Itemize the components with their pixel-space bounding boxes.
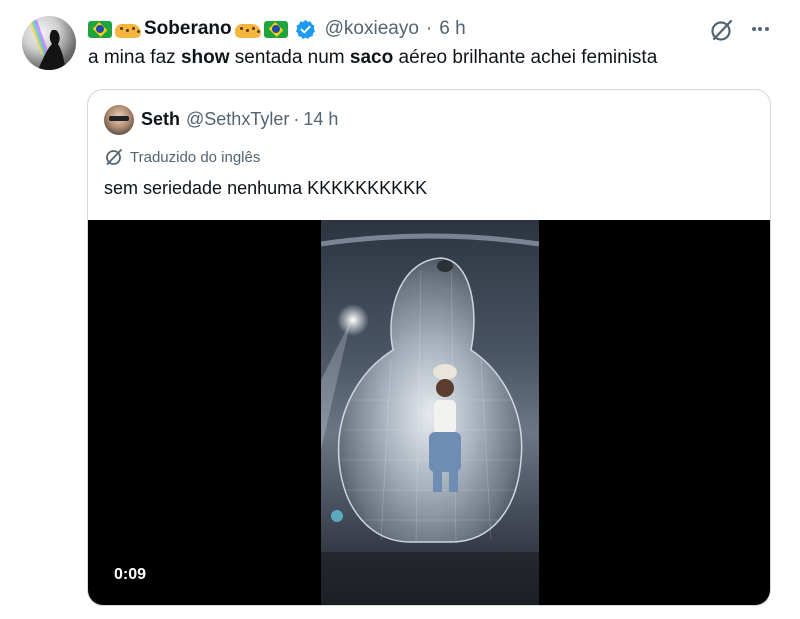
quoted-tweet[interactable]: Seth @SethxTyler · 14 h Traduzido do ing…	[87, 89, 771, 606]
video-thumbnail	[321, 220, 539, 605]
quote-avatar[interactable]	[104, 105, 134, 135]
tweet-text-bold: show	[180, 47, 230, 68]
translate-icon	[106, 149, 122, 165]
more-dot	[751, 27, 756, 31]
more-dot	[758, 27, 762, 31]
grok-icon[interactable]	[709, 17, 735, 43]
separator-dot: ·	[293, 109, 300, 129]
brazil-flag-icon	[88, 20, 112, 38]
translated-text: Traduzido do inglês	[130, 148, 261, 166]
tweet-text-part: sentada num	[229, 47, 350, 68]
quote-display-name[interactable]: Seth	[141, 109, 180, 130]
tweet-text-part: aéreo brilhante achei feminista	[393, 47, 658, 68]
quote-timestamp[interactable]: 14 h	[303, 109, 338, 130]
brazil-flag-icon	[263, 20, 288, 38]
translated-label[interactable]: Traduzido do inglês	[104, 147, 260, 167]
leopard-icon	[115, 24, 141, 38]
quote-text: sem seriedade nenhuma KKKKKKKKKK	[104, 178, 428, 198]
video-duration: 0:09	[114, 566, 147, 583]
verified-badge-icon[interactable]	[295, 19, 316, 40]
quote-handle[interactable]: @SethxTyler	[186, 109, 289, 130]
tweet-text-bold: saco	[349, 47, 394, 68]
avatar[interactable]	[22, 16, 76, 70]
timestamp[interactable]: 6 h	[439, 18, 465, 40]
quote-header: Seth @SethxTyler · 14 h	[141, 109, 338, 130]
leopard-icon	[234, 24, 261, 38]
more-icon[interactable]	[748, 17, 772, 41]
tweet-text-part: a mina faz	[88, 47, 181, 68]
handle[interactable]: @koxieayo	[325, 18, 419, 40]
separator-dot: ·	[425, 18, 433, 39]
tweet-header: Soberano @koxieayo · 6 h	[88, 16, 466, 42]
more-dot	[764, 27, 769, 31]
tweet-text: a mina faz show sentada num saco aéreo b…	[88, 47, 657, 69]
display-name[interactable]: Soberano	[144, 18, 232, 40]
tweet[interactable]: Soberano @koxieayo · 6 h a mina faz show…	[0, 0, 800, 619]
video-player[interactable]: 0:09	[88, 220, 770, 605]
